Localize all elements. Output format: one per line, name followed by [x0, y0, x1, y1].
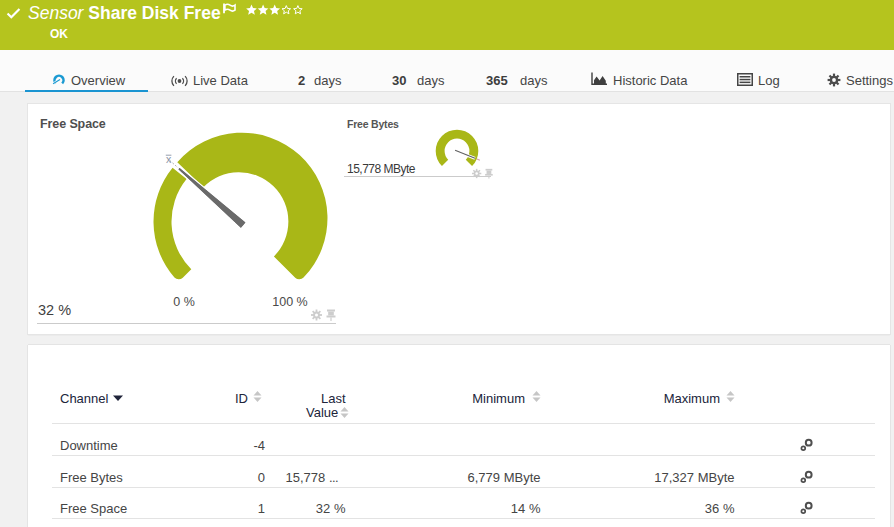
svg-text:x: x: [166, 153, 172, 165]
